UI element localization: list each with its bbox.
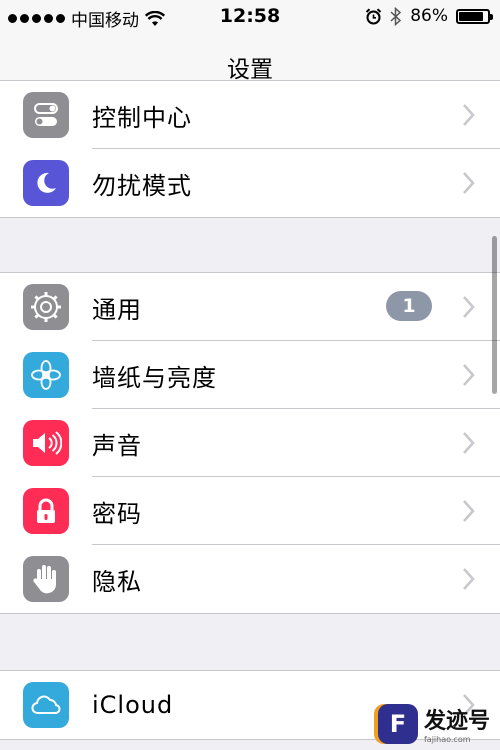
lock-icon [23, 488, 69, 534]
watermark: F 发迹号 fajihao.com [377, 703, 490, 744]
hand-icon [23, 556, 69, 602]
watermark-url: fajihao.com [423, 735, 471, 744]
moon-icon [23, 160, 69, 206]
settings-row-sounds[interactable]: 声音 [0, 409, 500, 477]
settings-row-label: 密码 [92, 499, 142, 528]
settings-row-label: 墙纸与亮度 [92, 363, 217, 392]
settings-row-general[interactable]: 通用 1 [0, 273, 500, 341]
alarm-icon [366, 7, 382, 24]
scroll-indicator [492, 236, 497, 394]
watermark-logo: F [377, 703, 418, 744]
settings-row-control-center[interactable]: 控制中心 [0, 81, 500, 149]
settings-row-label: 控制中心 [92, 103, 192, 132]
control-center-icon [23, 92, 69, 138]
page-title: 设置 [227, 56, 273, 83]
settings-row-label: 勿扰模式 [92, 171, 192, 200]
watermark-name: 发迹号 [423, 709, 490, 734]
settings-group-2: 通用 1 墙纸与亮度 声音 密码 隐私 [0, 272, 500, 614]
chevron-right-icon [463, 432, 475, 454]
settings-row-do-not-disturb[interactable]: 勿扰模式 [0, 149, 500, 217]
battery-level [459, 11, 484, 21]
settings-row-label: 声音 [92, 431, 142, 460]
speaker-icon [23, 420, 69, 466]
settings-row-passcode[interactable]: 密码 [0, 477, 500, 545]
settings-row-label: iCloud [92, 691, 174, 719]
settings-row-label: 通用 [92, 295, 142, 324]
chevron-right-icon [463, 104, 475, 126]
settings-row-label: 隐私 [92, 567, 142, 596]
battery-percent: 86% [410, 6, 448, 26]
status-bar: 中国移动 12:58 86% [0, 0, 500, 34]
bluetooth-icon [390, 6, 402, 26]
chevron-right-icon [463, 296, 475, 318]
settings-group-1: 控制中心 勿扰模式 [0, 80, 500, 218]
cloud-icon [23, 682, 69, 728]
battery-icon [456, 8, 493, 24]
update-badge: 1 [386, 291, 432, 321]
gear-icon [23, 284, 69, 330]
watermark-text: 发迹号 fajihao.com [424, 703, 490, 744]
chevron-right-icon [463, 500, 475, 522]
chevron-right-icon [463, 364, 475, 386]
settings-row-privacy[interactable]: 隐私 [0, 545, 500, 613]
settings-row-wallpaper-brightness[interactable]: 墙纸与亮度 [0, 341, 500, 409]
chevron-right-icon [463, 568, 475, 590]
flower-icon [23, 352, 69, 398]
status-right: 86% [365, 6, 493, 26]
chevron-right-icon [463, 172, 475, 194]
